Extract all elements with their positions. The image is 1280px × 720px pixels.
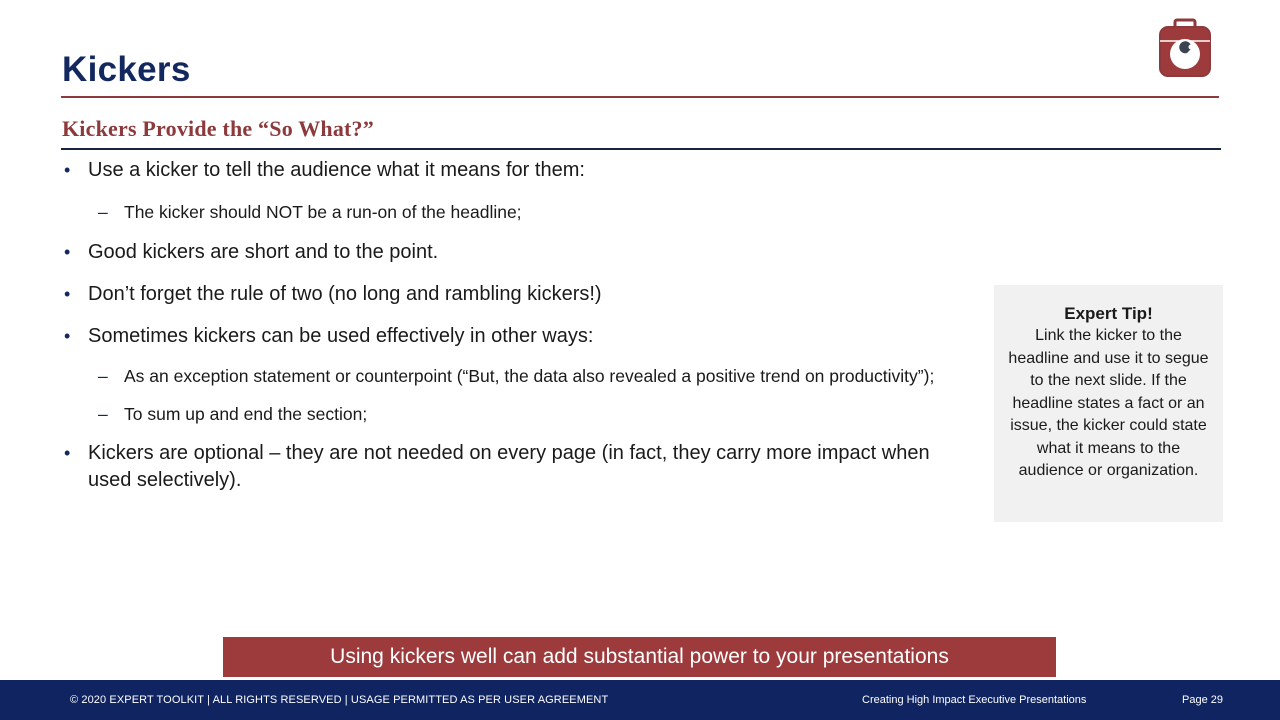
- sub-bullet-item: – To sum up and end the section;: [62, 401, 967, 427]
- page-title: Kickers: [62, 50, 191, 89]
- dash-icon: –: [98, 366, 108, 386]
- kicker-banner: Using kickers well can add substantial p…: [223, 637, 1056, 677]
- bullet-item: • Use a kicker to tell the audience what…: [62, 157, 967, 184]
- sub-bullet-item: – As an exception statement or counterpo…: [62, 363, 967, 389]
- bullet-item: • Good kickers are short and to the poin…: [62, 239, 967, 266]
- bullet-list: • Use a kicker to tell the audience what…: [62, 155, 967, 494]
- bullet-icon: •: [64, 443, 71, 463]
- expert-tip-box: Expert Tip! Link the kicker to the headl…: [994, 285, 1223, 522]
- bullet-icon: •: [64, 242, 71, 262]
- section-subtitle: Kickers Provide the “So What?”: [62, 116, 374, 141]
- subtitle-divider: [61, 148, 1221, 150]
- bullet-icon: •: [64, 160, 71, 180]
- bullet-icon: •: [64, 284, 71, 304]
- toolbox-wrench-icon: [1159, 18, 1211, 77]
- footer-deck-title: Creating High Impact Executive Presentat…: [862, 694, 1087, 706]
- dash-icon: –: [98, 404, 108, 424]
- footer-bar: © 2020 EXPERT TOOLKIT | ALL RIGHTS RESER…: [0, 680, 1280, 720]
- dash-icon: –: [98, 202, 108, 222]
- title-divider: [61, 96, 1219, 98]
- bullet-item: • Kickers are optional – they are not ne…: [64, 442, 930, 491]
- bullet-item: • Don’t forget the rule of two (no long …: [62, 281, 967, 308]
- expert-tip-body: Link the kicker to the headline and use …: [1008, 327, 1209, 479]
- bullet-icon: •: [64, 326, 71, 346]
- expert-tip-title: Expert Tip!: [1064, 304, 1153, 323]
- sub-bullet-item: – The kicker should NOT be a run-on of t…: [62, 199, 967, 225]
- footer-copyright: © 2020 EXPERT TOOLKIT | ALL RIGHTS RESER…: [70, 694, 609, 706]
- footer-page-number: Page 29: [1182, 694, 1223, 706]
- bullet-item: • Sometimes kickers can be used effectiv…: [62, 323, 967, 350]
